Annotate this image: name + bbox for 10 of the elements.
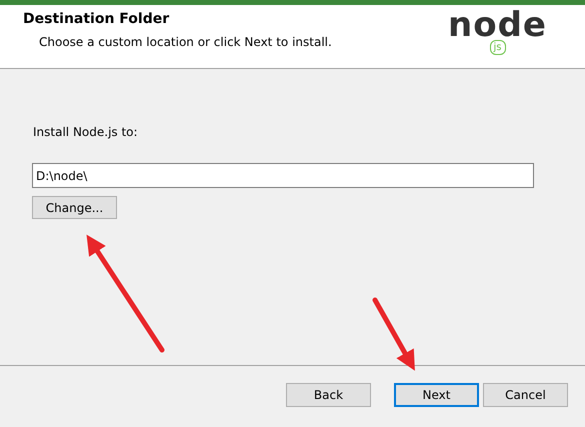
page-subtitle: Choose a custom location or click Next to install.	[39, 35, 332, 49]
next-button[interactable]: Next	[394, 383, 479, 407]
logo-text: node	[448, 7, 547, 43]
install-label: Install Node.js to:	[33, 125, 138, 139]
back-button[interactable]: Back	[286, 383, 371, 407]
logo-badge: js	[490, 40, 506, 55]
page-title: Destination Folder	[23, 11, 170, 27]
path-field[interactable]: D:\node\	[32, 163, 534, 188]
change-button[interactable]: Change...	[32, 196, 117, 219]
cancel-button[interactable]: Cancel	[483, 383, 568, 407]
